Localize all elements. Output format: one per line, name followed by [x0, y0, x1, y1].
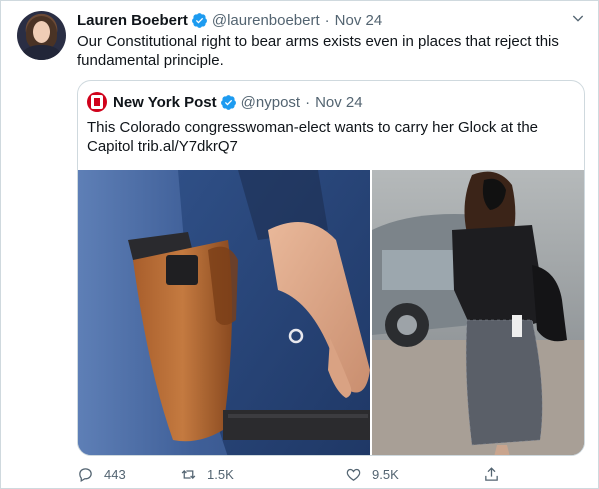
author-handle[interactable]: @laurenboebert — [212, 12, 320, 29]
separator-dot: · — [324, 11, 330, 29]
share-icon — [485, 466, 498, 481]
tweet-date[interactable]: Nov 24 — [335, 12, 383, 29]
nypost-avatar[interactable] — [87, 92, 107, 112]
quoted-author-handle[interactable]: @nypost — [241, 94, 300, 111]
like-button[interactable]: 9.5K — [345, 464, 399, 484]
retweet-count: 1.5K — [207, 466, 234, 482]
reply-icon — [79, 467, 92, 482]
quoted-author-name[interactable]: New York Post — [113, 94, 217, 111]
reply-count: 443 — [104, 466, 126, 482]
separator-dot: · — [305, 93, 311, 111]
quoted-tweet-header: New York Post @nypost · Nov 24 — [87, 92, 363, 112]
verified-badge-icon — [191, 12, 207, 28]
retweet-button[interactable]: 1.5K — [180, 464, 234, 484]
heart-icon — [346, 468, 361, 481]
holster-photo[interactable] — [78, 170, 370, 455]
share-button[interactable] — [483, 464, 510, 484]
quoted-tweet-media[interactable] — [78, 170, 584, 455]
tweet-actions: 443 1.5K 9.5K — [77, 464, 537, 484]
quoted-tweet-text: This Colorado congresswoman-elect wants … — [87, 119, 539, 155]
tweet-card[interactable]: Lauren Boebert @laurenboebert · Nov 24 O… — [0, 0, 599, 489]
quoted-tweet-date[interactable]: Nov 24 — [315, 94, 363, 111]
retweet-icon — [181, 469, 196, 479]
quoted-tweet[interactable]: New York Post @nypost · Nov 24 This Colo… — [77, 80, 585, 456]
verified-badge-icon — [220, 94, 236, 110]
like-count: 9.5K — [372, 466, 399, 482]
chevron-down-icon[interactable] — [570, 10, 586, 26]
author-name[interactable]: Lauren Boebert — [77, 12, 188, 29]
walking-woman-photo[interactable] — [372, 170, 584, 455]
tweet-header: Lauren Boebert @laurenboebert · Nov 24 — [77, 10, 382, 30]
reply-button[interactable]: 443 — [77, 464, 126, 484]
author-avatar[interactable] — [17, 11, 66, 60]
tweet-text: Our Constitutional right to bear arms ex… — [77, 33, 559, 69]
